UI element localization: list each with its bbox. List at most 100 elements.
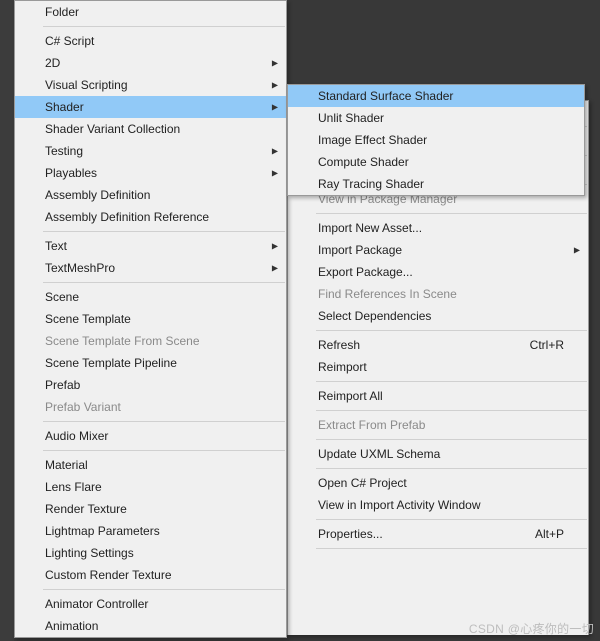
menu-item-label: Assembly Definition xyxy=(45,188,262,202)
menu-separator xyxy=(43,421,285,422)
menu-item-label: TextMeshPro xyxy=(45,261,262,275)
menu-item-audio-mixer[interactable]: Audio Mixer xyxy=(15,425,286,447)
menu-item-playables[interactable]: Playables ▶ xyxy=(15,162,286,184)
menu-item-label: Unlit Shader xyxy=(318,111,560,125)
menu-item-shortcut: Alt+P xyxy=(535,527,564,541)
menu-item-lightmap-parameters[interactable]: Lightmap Parameters xyxy=(15,520,286,542)
menu-item-label: View in Import Activity Window xyxy=(318,498,564,512)
menu-item-label: Import Package xyxy=(318,243,564,257)
menu-item-label: Assembly Definition Reference xyxy=(45,210,262,224)
menu-item-scene-template[interactable]: Scene Template xyxy=(15,308,286,330)
menu-item-textmeshpro[interactable]: TextMeshPro ▶ xyxy=(15,257,286,279)
menu-item-label: Animation xyxy=(45,619,262,633)
menu-item-c-script[interactable]: C# Script xyxy=(15,30,286,52)
menu-item-lens-flare[interactable]: Lens Flare xyxy=(15,476,286,498)
menu-item-label: Shader xyxy=(45,100,262,114)
submenu-arrow-icon: ▶ xyxy=(272,59,278,68)
menu-item-material[interactable]: Material xyxy=(15,454,286,476)
menu-item-animation[interactable]: Animation xyxy=(15,615,286,637)
menu-item-label: Scene Template From Scene xyxy=(45,334,262,348)
submenu-arrow-icon: ▶ xyxy=(272,81,278,90)
menu-item-scene-template-from-scene: Scene Template From Scene xyxy=(15,330,286,352)
menu-item-render-texture[interactable]: Render Texture xyxy=(15,498,286,520)
menu-item-label: Custom Render Texture xyxy=(45,568,262,582)
menu-item-reimport-all[interactable]: Reimport All xyxy=(288,385,588,407)
editor-background xyxy=(0,0,14,641)
menu-item-label: Find References In Scene xyxy=(318,287,564,301)
menu-item-label: Scene xyxy=(45,290,262,304)
menu-separator xyxy=(316,439,587,440)
menu-item-label: Import New Asset... xyxy=(318,221,564,235)
menu-item-reimport[interactable]: Reimport xyxy=(288,356,588,378)
menu-item-label: Material xyxy=(45,458,262,472)
menu-item-image-effect-shader[interactable]: Image Effect Shader xyxy=(288,129,584,151)
menu-item-label: Extract From Prefab xyxy=(318,418,564,432)
menu-item-label: Reimport xyxy=(318,360,564,374)
menu-item-visual-scripting[interactable]: Visual Scripting ▶ xyxy=(15,74,286,96)
menu-item-shader-variant-collection[interactable]: Shader Variant Collection xyxy=(15,118,286,140)
submenu-arrow-icon: ▶ xyxy=(272,147,278,156)
menu-item-label: Folder xyxy=(45,5,262,19)
menu-item-label: Text xyxy=(45,239,262,253)
menu-separator xyxy=(43,450,285,451)
submenu-arrow-icon: ▶ xyxy=(574,246,580,255)
menu-item-label: Lens Flare xyxy=(45,480,262,494)
menu-item-refresh[interactable]: RefreshCtrl+R xyxy=(288,334,588,356)
menu-item-2d[interactable]: 2D▶ xyxy=(15,52,286,74)
menu-item-label: Playables xyxy=(45,166,262,180)
menu-separator xyxy=(316,468,587,469)
menu-item-shader[interactable]: Shader ▶ xyxy=(15,96,286,118)
menu-item-prefab[interactable]: Prefab xyxy=(15,374,286,396)
menu-item-scene[interactable]: Scene xyxy=(15,286,286,308)
menu-item-custom-render-texture[interactable]: Custom Render Texture xyxy=(15,564,286,586)
menu-item-update-uxml-schema[interactable]: Update UXML Schema xyxy=(288,443,588,465)
menu-separator xyxy=(316,381,587,382)
menu-item-label: Update UXML Schema xyxy=(318,447,564,461)
menu-separator xyxy=(316,519,587,520)
menu-item-label: C# Script xyxy=(45,34,262,48)
menu-item-scene-template-pipeline[interactable]: Scene Template Pipeline xyxy=(15,352,286,374)
menu-item-view-in-import-activity-window[interactable]: View in Import Activity Window xyxy=(288,494,588,516)
menu-separator xyxy=(316,330,587,331)
menu-item-text[interactable]: Text▶ xyxy=(15,235,286,257)
menu-item-label: Visual Scripting xyxy=(45,78,262,92)
context-menu-create: FolderC# Script2D▶Visual Scripting▶Shade… xyxy=(14,0,287,638)
menu-item-label: Properties... xyxy=(318,527,523,541)
menu-item-open-c-project[interactable]: Open C# Project xyxy=(288,472,588,494)
menu-item-label: Image Effect Shader xyxy=(318,133,560,147)
submenu-arrow-icon: ▶ xyxy=(272,169,278,178)
menu-item-select-dependencies[interactable]: Select Dependencies xyxy=(288,305,588,327)
menu-item-animator-controller[interactable]: Animator Controller xyxy=(15,593,286,615)
menu-item-label: Lighting Settings xyxy=(45,546,262,560)
submenu-arrow-icon: ▶ xyxy=(272,264,278,273)
menu-item-label: Shader Variant Collection xyxy=(45,122,262,136)
menu-item-label: Prefab xyxy=(45,378,262,392)
menu-item-label: Compute Shader xyxy=(318,155,560,169)
submenu-shader: Standard Surface Shader Unlit Shader Image… xyxy=(287,84,585,196)
menu-item-export-package[interactable]: Export Package... xyxy=(288,261,588,283)
submenu-arrow-icon: ▶ xyxy=(272,103,278,112)
menu-item-label: Prefab Variant xyxy=(45,400,262,414)
menu-item-lighting-settings[interactable]: Lighting Settings xyxy=(15,542,286,564)
menu-item-folder[interactable]: Folder xyxy=(15,1,286,23)
menu-item-unlit-shader[interactable]: Unlit Shader xyxy=(288,107,584,129)
menu-item-ray-tracing-shader[interactable]: Ray Tracing Shader xyxy=(288,173,584,195)
menu-separator xyxy=(316,213,587,214)
menu-item-assembly-definition[interactable]: Assembly Definition xyxy=(15,184,286,206)
menu-item-label: Refresh xyxy=(318,338,518,352)
menu-item-label: Animator Controller xyxy=(45,597,262,611)
menu-item-import-package[interactable]: Import Package ▶ xyxy=(288,239,588,261)
menu-item-label: Audio Mixer xyxy=(45,429,262,443)
menu-separator xyxy=(316,410,587,411)
menu-item-properties[interactable]: Properties... Alt+P xyxy=(288,523,588,545)
menu-item-testing[interactable]: Testing ▶ xyxy=(15,140,286,162)
menu-item-prefab-variant: Prefab Variant xyxy=(15,396,286,418)
menu-item-label: Testing xyxy=(45,144,262,158)
menu-item-standard-surface-shader[interactable]: Standard Surface Shader xyxy=(288,85,584,107)
menu-item-import-new-asset[interactable]: Import New Asset... xyxy=(288,217,588,239)
menu-separator xyxy=(43,589,285,590)
menu-item-compute-shader[interactable]: Compute Shader xyxy=(288,151,584,173)
menu-item-label: Scene Template Pipeline xyxy=(45,356,262,370)
menu-item-label: Lightmap Parameters xyxy=(45,524,262,538)
menu-item-assembly-definition-reference[interactable]: Assembly Definition Reference xyxy=(15,206,286,228)
